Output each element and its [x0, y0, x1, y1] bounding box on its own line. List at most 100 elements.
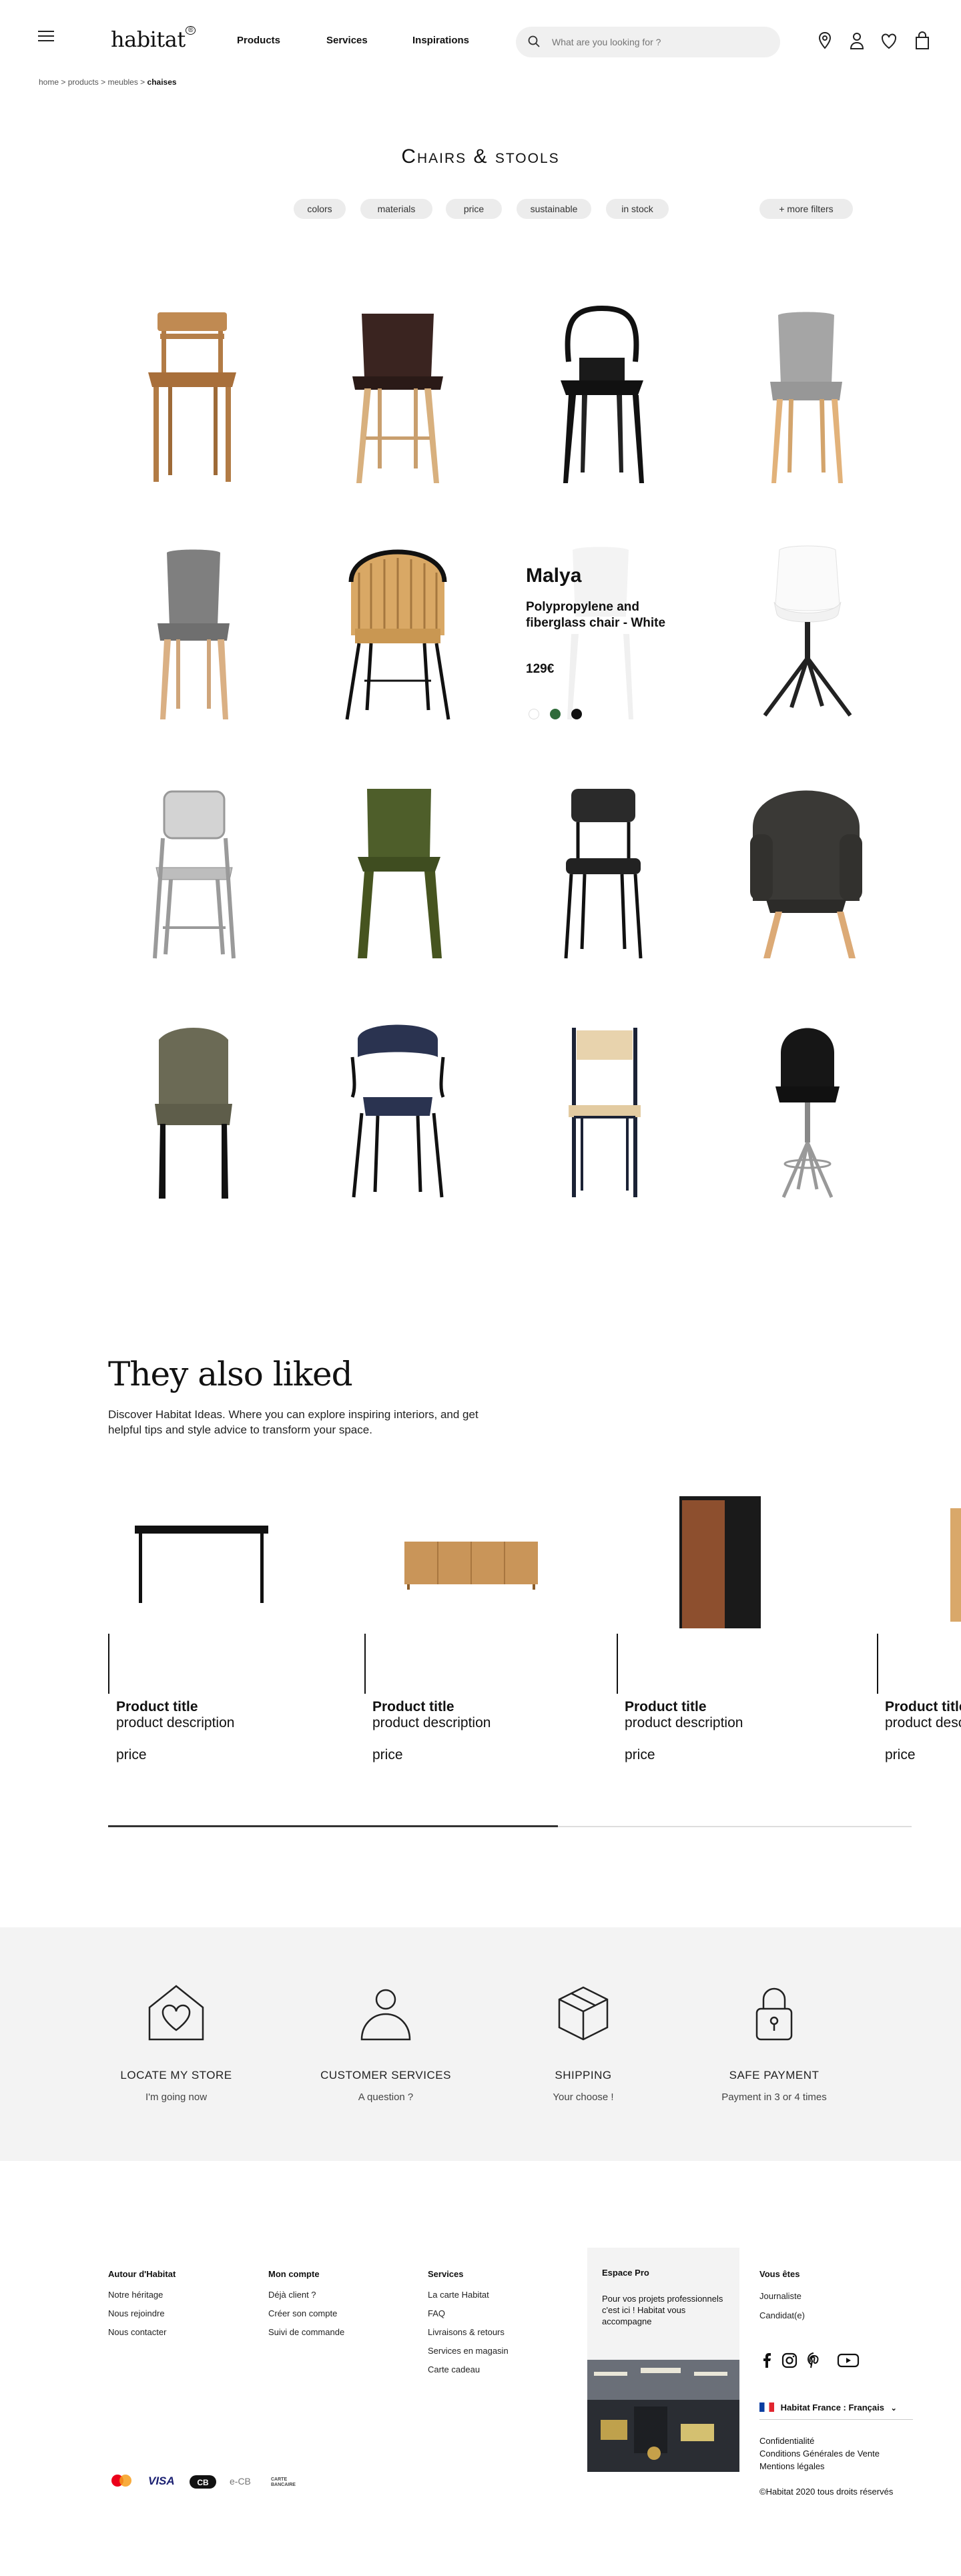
footer-link[interactable]: Créer son compte	[268, 2308, 344, 2318]
product-card[interactable]	[107, 774, 280, 974]
product-card[interactable]	[107, 1013, 280, 1213]
carousel-scroll-thumb[interactable]	[108, 1825, 559, 1827]
product-card[interactable]	[719, 1013, 893, 1213]
habitat-logo[interactable]: habitat ®	[111, 26, 196, 52]
featured-product-description: Polypropylene and fiberglass chair - Whi…	[526, 600, 666, 630]
site-header: habitat ® Products Services Inspirations	[0, 0, 961, 81]
account-icon[interactable]	[848, 31, 866, 51]
product-card[interactable]	[719, 535, 893, 735]
facebook-icon[interactable]	[758, 2352, 775, 2369]
color-swatch-green[interactable]	[550, 709, 561, 719]
footer-link[interactable]: Carte cadeau	[428, 2364, 509, 2374]
product-card[interactable]	[515, 774, 689, 974]
featured-product-name[interactable]: Malya	[526, 565, 581, 587]
filter-colors[interactable]: colors	[294, 199, 346, 219]
footer-link[interactable]: Déjà client ?	[268, 2290, 344, 2300]
navy-armchair-image	[350, 1024, 445, 1198]
footer-link[interactable]: Suivi de commande	[268, 2327, 344, 2337]
cb-logo: CB	[190, 2475, 216, 2489]
footer-heading: Mon compte	[268, 2269, 320, 2279]
recommendation-card[interactable]: Product title product description price	[108, 1482, 362, 1775]
school-chair-image	[564, 789, 643, 959]
footer-heading: Autour d'Habitat	[108, 2269, 176, 2279]
footer-link[interactable]: Nous rejoindre	[108, 2308, 176, 2318]
copyright: ©Habitat 2020 tous droits réservés	[759, 2487, 894, 2497]
nav-inspirations[interactable]: Inspirations	[412, 35, 469, 46]
card-title[interactable]: Product title	[625, 1699, 707, 1715]
footer-link[interactable]: Nous contacter	[108, 2327, 176, 2337]
breadcrumb-products[interactable]: products	[68, 77, 99, 87]
store-locator-icon[interactable]	[816, 31, 834, 51]
legal-links: Confidentialité Conditions Générales de …	[759, 2435, 880, 2473]
footer-link[interactable]: Services en magasin	[428, 2346, 509, 2356]
logo-mark: ®	[185, 26, 196, 35]
wardrobe-image	[679, 1496, 761, 1628]
search-icon[interactable]	[528, 35, 540, 47]
legal-link[interactable]: Confidentialité	[759, 2435, 880, 2447]
nav-services[interactable]: Services	[326, 35, 368, 46]
also-liked-title: They also liked	[108, 1355, 353, 1393]
search-input[interactable]	[552, 27, 765, 57]
grey-dining-chair-image	[157, 549, 230, 719]
bag-icon[interactable]	[913, 31, 932, 51]
filter-more[interactable]: + more filters	[759, 199, 853, 219]
breadcrumb-home[interactable]: home	[39, 77, 59, 87]
product-card[interactable]	[515, 298, 689, 498]
footer-link[interactable]: Candidat(e)	[759, 2310, 805, 2320]
grey-upholstered-chair-image	[770, 312, 843, 483]
card-title[interactable]: Product title	[372, 1699, 454, 1715]
footer-link[interactable]: Notre héritage	[108, 2290, 176, 2300]
service-shipping[interactable]: SHIPPING Your choose !	[490, 1979, 677, 2103]
service-title: LOCATE MY STORE	[120, 2069, 232, 2081]
pinterest-icon[interactable]	[805, 2352, 822, 2369]
product-card[interactable]	[107, 298, 280, 498]
espace-pro-block[interactable]: Espace Pro Pour vos projets professionne…	[587, 2248, 739, 2472]
product-card[interactable]	[311, 535, 485, 735]
card-divider	[108, 1634, 109, 1694]
footer-link[interactable]: FAQ	[428, 2308, 509, 2318]
product-card[interactable]	[719, 298, 893, 498]
product-card[interactable]	[515, 1013, 689, 1213]
color-swatch-black[interactable]	[571, 709, 582, 719]
product-card[interactable]	[311, 1013, 485, 1213]
language-selector[interactable]: Habitat France : Français ⌄	[759, 2402, 913, 2420]
footer-link[interactable]: Journaliste	[759, 2291, 805, 2301]
recommendation-card[interactable]: Product title product description price	[617, 1482, 870, 1775]
recommendation-card[interactable]: Product title product description price	[364, 1482, 618, 1775]
footer-link[interactable]: Livraisons & retours	[428, 2327, 509, 2337]
rattan-armchair-image	[345, 549, 450, 720]
page-title: Chairs & stools	[0, 145, 961, 168]
service-title: SHIPPING	[555, 2069, 612, 2081]
product-card[interactable]	[311, 298, 485, 498]
product-card[interactable]	[311, 774, 485, 974]
filter-in-stock[interactable]: in stock	[606, 199, 669, 219]
card-title[interactable]: Product title	[116, 1699, 198, 1715]
breadcrumb-sep: >	[101, 77, 106, 87]
hamburger-menu-icon[interactable]	[38, 31, 54, 41]
instagram-icon[interactable]	[781, 2352, 798, 2369]
carousel-scrollbar[interactable]	[108, 1825, 912, 1827]
product-card[interactable]	[107, 535, 280, 735]
legal-link[interactable]: Conditions Générales de Vente	[759, 2447, 880, 2460]
box-icon	[558, 1986, 609, 2041]
filter-sustainable[interactable]: sustainable	[517, 199, 591, 219]
wishlist-heart-icon[interactable]	[880, 31, 898, 51]
breadcrumb-meubles[interactable]: meubles	[107, 77, 137, 87]
product-card[interactable]	[719, 774, 893, 974]
service-locate-store[interactable]: LOCATE MY STORE I'm going now	[83, 1979, 270, 2103]
nav-products[interactable]: Products	[237, 35, 280, 46]
legal-link[interactable]: Mentions légales	[759, 2460, 880, 2473]
service-customer-services[interactable]: CUSTOMER SERVICES A question ?	[292, 1979, 479, 2103]
svg-text:CB: CB	[197, 2478, 209, 2487]
color-swatch-white[interactable]	[529, 709, 539, 719]
filter-price[interactable]: price	[446, 199, 502, 219]
footer-column-services: Services La carte Habitat FAQ Livraisons…	[428, 2269, 509, 2383]
footer-link[interactable]: La carte Habitat	[428, 2290, 509, 2300]
white-swivel-chair-image	[763, 545, 852, 717]
service-safe-payment[interactable]: SAFE PAYMENT Payment in 3 or 4 times	[681, 1979, 868, 2103]
recommendation-card[interactable]: Product title product description price	[877, 1482, 961, 1775]
filter-materials[interactable]: materials	[360, 199, 432, 219]
card-title[interactable]: Product title	[885, 1699, 961, 1715]
espace-pro-title: Espace Pro	[602, 2268, 649, 2278]
youtube-icon[interactable]	[837, 2352, 860, 2369]
